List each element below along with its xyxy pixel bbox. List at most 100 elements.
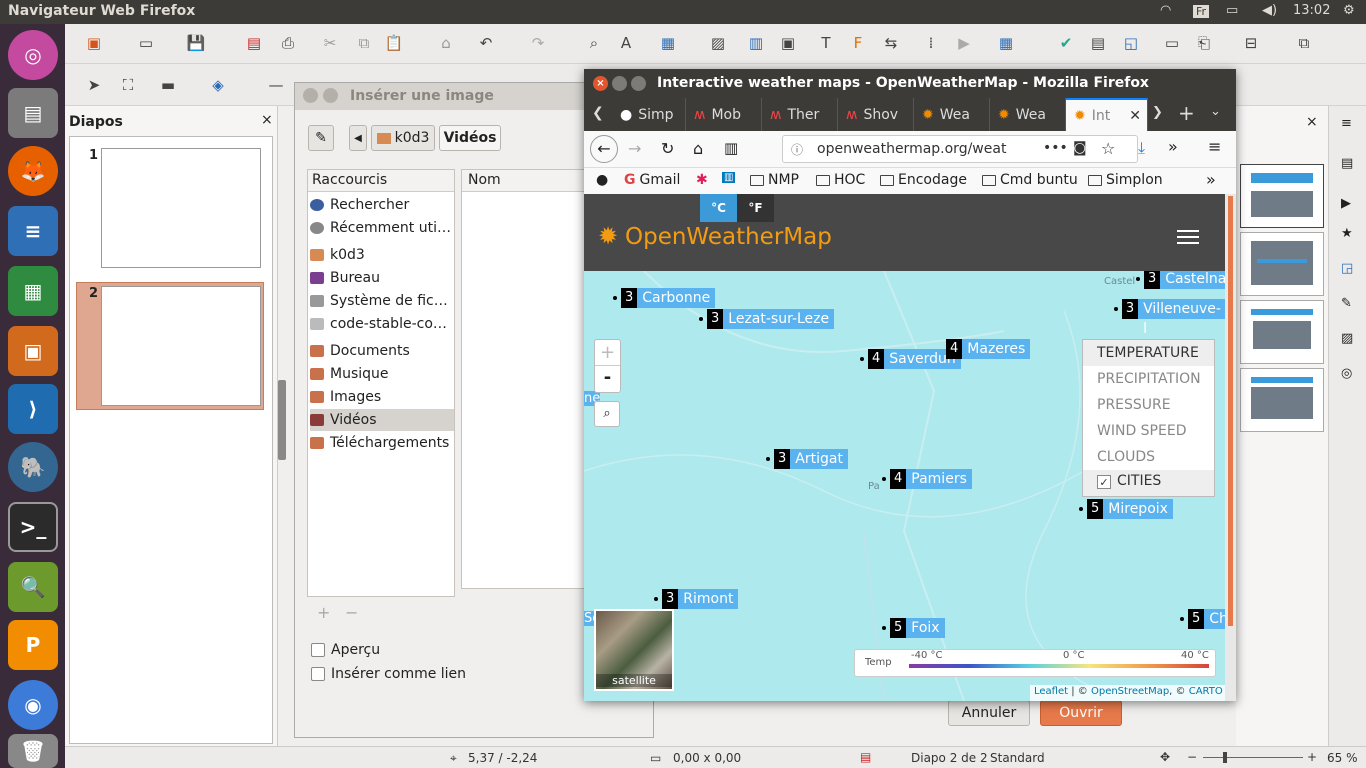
place-home[interactable]: k0d3 [310, 244, 454, 266]
path-button-current[interactable]: Vidéos [439, 125, 501, 151]
volume-icon[interactable]: ◀) [1262, 3, 1277, 18]
downloads-icon[interactable]: ⤓ [1138, 138, 1145, 158]
line-icon[interactable]: — [265, 74, 287, 96]
place-volume[interactable]: code-stable-co… [310, 313, 454, 335]
osm-link[interactable]: OpenStreetMap [1091, 686, 1169, 697]
sidebar-settings-icon[interactable]: ≡ [1341, 116, 1352, 131]
paste-icon[interactable]: 📋 [383, 32, 405, 54]
place-search[interactable]: Rechercher [310, 194, 454, 216]
layout-title-only[interactable] [1240, 164, 1324, 228]
presentation-icon[interactable]: ▣ [83, 32, 105, 54]
overflow-icon[interactable]: » [1168, 137, 1178, 156]
tab-github[interactable]: ● Simp [612, 98, 686, 131]
place-downloads[interactable]: Téléchargements [310, 432, 454, 454]
zoom-slider[interactable] [1203, 757, 1303, 758]
pocket-icon[interactable]: ◙ [1073, 140, 1087, 156]
layer-pressure[interactable]: PRESSURE [1083, 392, 1214, 418]
close-icon[interactable]: × [593, 76, 608, 91]
fontwork-icon[interactable]: F [847, 32, 869, 54]
tab-ther[interactable]: ʍ Ther [762, 98, 838, 131]
print-icon[interactable]: ⎙ [277, 32, 299, 54]
city-marker[interactable]: 5 Ch [1180, 609, 1225, 629]
layer-precipitation[interactable]: PRECIPITATION [1083, 366, 1214, 392]
power-icon[interactable]: ⚙ [1343, 3, 1355, 18]
forward-icon[interactable]: → [628, 139, 641, 158]
place-filesystem[interactable]: Système de fic… [310, 290, 454, 312]
clone-format-icon[interactable]: ⌂ [435, 32, 457, 54]
edit-path-icon[interactable]: ✎ [308, 125, 334, 151]
new-slide-icon[interactable]: ▭ [1161, 32, 1183, 54]
chart-icon[interactable]: ▥ [745, 32, 767, 54]
close-tab-icon[interactable]: ✕ [1129, 108, 1141, 124]
master-slide-icon[interactable]: ✔ [1055, 32, 1077, 54]
page-actions-icon[interactable]: ••• [1043, 140, 1068, 156]
city-marker[interactable]: 3 Villeneuve-l [1114, 299, 1225, 337]
url-bar[interactable]: ⓘ openweathermap.org/weat ••• ◙ ☆ [782, 135, 1138, 163]
keyboard-layout[interactable]: Fr [1193, 5, 1210, 18]
find-icon[interactable]: ⌕ [583, 32, 605, 54]
menu-icon[interactable]: ≡ [1208, 137, 1221, 156]
city-marker[interactable]: 3 Rimont [654, 589, 739, 609]
bookmark-folder-hoc[interactable]: HOC [816, 172, 865, 188]
files-icon[interactable]: ▤ [8, 88, 58, 138]
cut-icon[interactable]: ✂ [319, 32, 341, 54]
properties-icon[interactable]: ▤ [1341, 156, 1353, 171]
place-documents[interactable]: Documents [310, 340, 454, 362]
page-scrollbar[interactable] [1225, 194, 1236, 701]
ubuntu-logo-icon[interactable]: ◎ [8, 30, 58, 80]
city-marker[interactable]: 3 Artigat [766, 449, 848, 469]
slide-transition-icon[interactable]: ▶ [1341, 196, 1351, 211]
back-icon[interactable]: ← [590, 135, 618, 163]
layer-clouds[interactable]: CLOUDS [1083, 444, 1214, 470]
bookmark-star-icon[interactable]: ☆ [1101, 139, 1115, 158]
start-show-icon[interactable]: ▶ [953, 32, 975, 54]
display-views-icon[interactable]: ▦ [995, 32, 1017, 54]
weather-map[interactable]: Castel Pa ne Se 3 Carbonne 3 Lezat-sur-Lez… [584, 271, 1225, 701]
bookmark-folder-encodage[interactable]: Encodage [880, 172, 967, 188]
cities-checkbox[interactable]: ✓ [1097, 475, 1111, 489]
gallery-icon[interactable]: ▨ [1341, 331, 1353, 346]
master-slides-icon[interactable]: ◲ [1341, 261, 1353, 276]
duplicate-slide-icon[interactable]: ⎗ [1193, 32, 1215, 54]
map-search-icon[interactable]: ⌕ [594, 401, 620, 427]
media-icon[interactable]: ▣ [777, 32, 799, 54]
layout-name[interactable]: Standard [990, 751, 1045, 765]
layout-centered[interactable] [1240, 232, 1324, 296]
minimize-icon[interactable] [323, 88, 338, 103]
link-checkbox[interactable] [311, 667, 325, 681]
tab-weather-1[interactable]: ✹ Wea [914, 98, 990, 131]
zoom-slider-thumb[interactable] [1223, 752, 1227, 763]
impress-icon[interactable]: ▣ [8, 326, 58, 376]
unit-celsius[interactable]: °C [700, 194, 737, 222]
city-marker[interactable]: 3 Carbonne [613, 288, 716, 308]
home-icon[interactable]: ⌂ [693, 139, 703, 158]
redo-icon[interactable]: ↷ [527, 32, 549, 54]
place-pictures[interactable]: Images [310, 386, 454, 408]
line-color-icon[interactable]: ▬ [157, 74, 179, 96]
terminal-icon[interactable]: >_ [8, 502, 58, 552]
zoom-level[interactable]: 65 % [1327, 751, 1358, 765]
spelling-icon[interactable]: A [615, 32, 637, 54]
layer-cities[interactable]: CITIES [1117, 473, 1161, 489]
info-icon[interactable]: ⓘ [791, 141, 803, 158]
place-music[interactable]: Musique [310, 363, 454, 385]
zoom-pan-icon[interactable]: ⛶ [117, 74, 139, 96]
city-marker[interactable]: 5 Foix [882, 618, 945, 638]
bookmark-folder-simplon[interactable]: Simplon [1088, 172, 1163, 188]
clock[interactable]: 13:02 [1293, 3, 1330, 18]
tab-shov[interactable]: ʍ Shov [838, 98, 914, 131]
copy-icon[interactable]: ⧉ [353, 32, 375, 54]
slide-thumbnail-1[interactable] [101, 148, 261, 268]
bookmark-slack[interactable]: ✱ [696, 172, 708, 188]
battery-icon[interactable]: ▭ [1226, 3, 1238, 18]
add-bookmark-icon[interactable]: + [317, 603, 330, 622]
place-videos[interactable]: Vidéos [310, 409, 454, 431]
grid-icon[interactable]: ⁞ [920, 32, 942, 54]
layout-four-content[interactable] [1240, 368, 1324, 432]
hyperlink-icon[interactable]: ⇆ [880, 32, 902, 54]
export-pdf-icon[interactable]: ▤ [243, 32, 265, 54]
vscode-icon[interactable]: ⟩ [8, 384, 58, 434]
image-viewer-icon[interactable]: 🔍 [8, 562, 58, 612]
owm-logo-text[interactable]: OpenWeatherMap [625, 224, 832, 250]
new-tab-icon[interactable]: + [1178, 101, 1195, 125]
